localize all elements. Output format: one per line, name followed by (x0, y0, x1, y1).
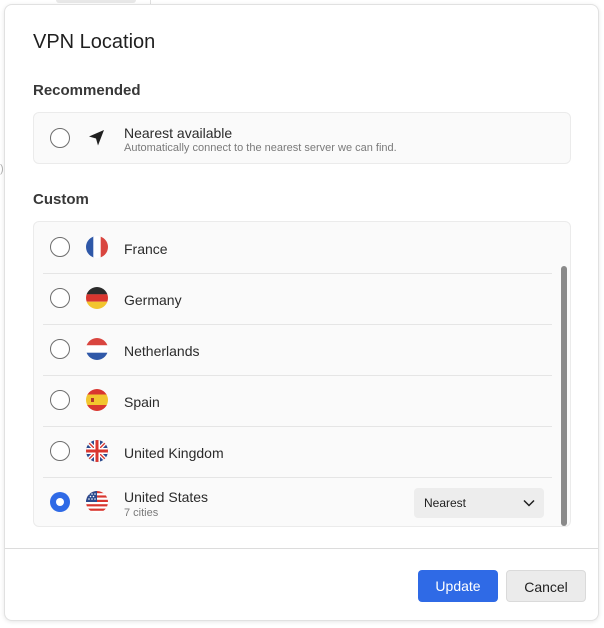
custom-locations-list: France Germany Netherlands Spain United … (33, 221, 571, 527)
germany-radio[interactable] (50, 288, 70, 308)
location-row-netherlands[interactable]: Netherlands (34, 324, 552, 375)
netherlands-radio[interactable] (50, 339, 70, 359)
nearest-available-label: Nearest available (124, 125, 233, 141)
spain-flag-icon (86, 389, 108, 411)
vpn-location-dialog: VPN Location Recommended Nearest availab… (4, 4, 599, 621)
recommended-heading: Recommended (33, 82, 141, 99)
netherlands-flag-icon (86, 338, 108, 360)
city-select-value: Nearest (424, 496, 467, 510)
location-row-united-states[interactable]: United States 7 cities Nearest (34, 477, 552, 528)
navigation-arrow-icon (86, 127, 108, 149)
location-label: Netherlands (124, 343, 200, 359)
cancel-button[interactable]: Cancel (506, 570, 586, 602)
location-sublabel: 7 cities (124, 507, 159, 519)
location-label: Spain (124, 394, 160, 410)
united-states-radio[interactable] (50, 492, 70, 512)
location-label: France (124, 241, 168, 257)
location-row-germany[interactable]: Germany (34, 273, 552, 324)
france-flag-icon (86, 236, 108, 258)
location-label: Germany (124, 292, 182, 308)
location-row-spain[interactable]: Spain (34, 375, 552, 426)
nearest-available-description: Automatically connect to the nearest ser… (124, 142, 397, 154)
us-flag-icon (86, 491, 108, 513)
list-scrollbar[interactable] (561, 266, 567, 526)
chevron-down-icon (522, 496, 536, 513)
location-label: United Kingdom (124, 445, 224, 461)
custom-heading: Custom (33, 191, 89, 208)
france-radio[interactable] (50, 237, 70, 257)
city-select-dropdown[interactable]: Nearest (414, 488, 544, 518)
united-kingdom-radio[interactable] (50, 441, 70, 461)
footer-divider (5, 548, 598, 549)
location-label: United States (124, 489, 209, 505)
nearest-available-radio[interactable] (50, 128, 70, 148)
location-row-united-kingdom[interactable]: United Kingdom (34, 426, 552, 477)
spain-radio[interactable] (50, 390, 70, 410)
recommended-option-card[interactable]: Nearest available Automatically connect … (33, 112, 571, 164)
uk-flag-icon (86, 440, 108, 462)
update-button[interactable]: Update (418, 570, 498, 602)
dialog-title: VPN Location (33, 31, 156, 53)
germany-flag-icon (86, 287, 108, 309)
location-row-france[interactable]: France (34, 222, 552, 273)
background-tab (56, 0, 136, 3)
